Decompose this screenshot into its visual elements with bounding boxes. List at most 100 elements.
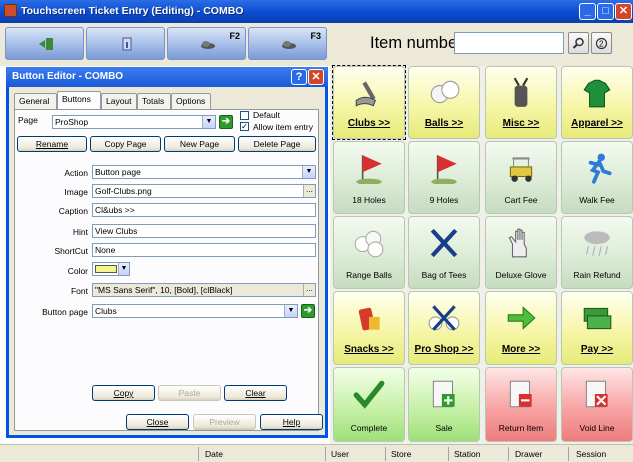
title-bar: Touchscreen Ticket Entry (Editing) - COM… bbox=[0, 0, 633, 23]
tile-misc[interactable]: Misc >> bbox=[485, 66, 557, 139]
snacks-icon bbox=[358, 307, 380, 331]
action-value: Button page bbox=[95, 167, 141, 177]
button-page-select[interactable]: Clubs ▼ bbox=[92, 304, 298, 318]
color-swatch bbox=[95, 265, 117, 273]
default-label: Default bbox=[253, 110, 280, 120]
tile-18-holes[interactable]: 18 Holes bbox=[333, 141, 405, 214]
search-button[interactable] bbox=[568, 32, 589, 54]
copy-button[interactable]: Copy bbox=[92, 385, 155, 401]
tile-9-holes[interactable]: 9 Holes bbox=[408, 141, 480, 214]
shoe-icon bbox=[201, 41, 215, 49]
app-icon bbox=[4, 4, 17, 17]
tab-buttons[interactable]: Buttons bbox=[57, 91, 101, 109]
copy-button-label: Copy bbox=[113, 388, 134, 398]
button-page-label: Button page bbox=[42, 307, 88, 317]
pro-shop-icon bbox=[428, 305, 460, 331]
tile-balls[interactable]: Balls >> bbox=[408, 66, 480, 139]
tile-pro-shop[interactable]: Pro Shop >> bbox=[408, 291, 480, 365]
clear-button-label: Clear bbox=[245, 388, 266, 398]
font-field[interactable]: "MS Sans Serif", 10, [Bold], [clBlack] .… bbox=[92, 283, 316, 297]
tile-label: 18 Holes bbox=[352, 195, 386, 205]
delete-page-button[interactable]: Delete Page bbox=[238, 136, 316, 152]
action-select[interactable]: Button page ▼ bbox=[92, 165, 316, 179]
image-field[interactable]: Golf-Clubs.png ... bbox=[92, 184, 316, 198]
tile-apparel[interactable]: Apparel >> bbox=[561, 66, 633, 139]
font-label: Font bbox=[70, 286, 88, 296]
tile-more[interactable]: More >> bbox=[485, 291, 557, 365]
tile-range-balls[interactable]: Range Balls bbox=[333, 216, 405, 289]
tile-label: Snacks >> bbox=[344, 344, 394, 355]
tile-bag-of-tees[interactable]: Bag of Tees bbox=[408, 216, 480, 289]
f2-button[interactable]: F2 bbox=[167, 27, 246, 60]
range-balls-icon bbox=[354, 230, 384, 258]
tile-sale[interactable]: Sale bbox=[408, 367, 480, 442]
tile-walk-fee[interactable]: Walk Fee bbox=[561, 141, 633, 214]
tile-snacks[interactable]: Snacks >> bbox=[333, 291, 405, 365]
svg-text:2: 2 bbox=[599, 40, 604, 49]
flag-18-icon bbox=[356, 155, 382, 184]
shortcut-label: ShortCut bbox=[54, 246, 88, 256]
receipt-plus-icon bbox=[432, 380, 455, 408]
clear-button[interactable]: Clear bbox=[224, 385, 287, 401]
color-picker[interactable]: ▼ bbox=[92, 262, 130, 276]
tab-general[interactable]: General bbox=[14, 93, 57, 109]
paste-button[interactable]: Paste bbox=[158, 385, 221, 401]
shoe-icon bbox=[282, 41, 296, 49]
chevron-down-icon: ▼ bbox=[284, 305, 297, 317]
tile-label: Void Line bbox=[579, 423, 615, 433]
info-icon bbox=[122, 37, 132, 51]
arrow-right-icon: ➔ bbox=[221, 116, 231, 127]
font-value: "MS Sans Serif", 10, [Bold], [clBlack] bbox=[95, 285, 233, 295]
page-select[interactable]: ProShop ▼ bbox=[52, 115, 216, 129]
tile-rain-refund[interactable]: Rain Refund bbox=[561, 216, 633, 289]
golf-bag-icon bbox=[513, 77, 529, 107]
item-number-input[interactable] bbox=[454, 32, 564, 54]
close-button[interactable]: Close bbox=[126, 414, 189, 430]
goto-button-page-button[interactable]: ➔ bbox=[301, 304, 315, 318]
dialog-close-icon[interactable]: ✕ bbox=[308, 69, 324, 85]
tab-totals[interactable]: Totals bbox=[137, 93, 171, 109]
copy-page-button[interactable]: Copy Page bbox=[90, 136, 161, 152]
f3-button[interactable]: F3 bbox=[248, 27, 327, 60]
clear-button[interactable]: 2 bbox=[591, 32, 612, 54]
exit-button[interactable] bbox=[5, 27, 84, 60]
help-button-label: Help bbox=[282, 417, 301, 427]
default-checkbox[interactable] bbox=[240, 111, 249, 120]
allow-item-entry-checkbox[interactable]: ✓ bbox=[240, 122, 249, 131]
f2-key-label: F2 bbox=[229, 31, 240, 41]
tile-complete[interactable]: Complete bbox=[333, 367, 405, 442]
rename-button[interactable]: Rename bbox=[17, 136, 87, 152]
window-title: Touchscreen Ticket Entry (Editing) - COM… bbox=[21, 5, 244, 17]
info-button[interactable] bbox=[86, 27, 165, 60]
chevron-down-icon: ▼ bbox=[118, 263, 129, 275]
help-button[interactable]: Help bbox=[260, 414, 323, 430]
status-store: Store bbox=[391, 449, 412, 459]
allow-item-entry-label: Allow item entry bbox=[253, 122, 313, 132]
tile-void-line[interactable]: Void Line bbox=[561, 367, 633, 442]
tile-label: Deluxe Glove bbox=[495, 270, 547, 280]
maximize-icon[interactable]: □ bbox=[597, 3, 614, 20]
tile-deluxe-glove[interactable]: Deluxe Glove bbox=[485, 216, 557, 289]
minimize-icon[interactable]: _ bbox=[579, 3, 596, 20]
clear-icon: 2 bbox=[595, 37, 608, 50]
tile-label: Walk Fee bbox=[579, 195, 615, 205]
image-value: Golf-Clubs.png bbox=[95, 186, 152, 196]
close-icon[interactable]: ✕ bbox=[615, 3, 632, 20]
tab-layout[interactable]: Layout bbox=[101, 93, 137, 109]
tab-options[interactable]: Options bbox=[171, 93, 211, 109]
goto-page-button[interactable]: ➔ bbox=[219, 115, 233, 129]
tile-return-item[interactable]: Return Item bbox=[485, 367, 557, 442]
caption-field[interactable]: Cl&ubs >> bbox=[92, 203, 316, 217]
tile-cart-fee[interactable]: Cart Fee bbox=[485, 141, 557, 214]
shortcut-field[interactable]: None bbox=[92, 243, 316, 257]
preview-button[interactable]: Preview bbox=[193, 414, 256, 430]
tile-pay[interactable]: Pay >> bbox=[561, 291, 633, 365]
browse-font-button[interactable]: ... bbox=[303, 284, 315, 296]
receipt-minus-icon bbox=[509, 380, 532, 408]
new-page-button[interactable]: New Page bbox=[164, 136, 235, 152]
tile-label: Cart Fee bbox=[504, 195, 538, 205]
golf-balls-icon bbox=[430, 80, 460, 104]
hint-field[interactable]: View Clubs bbox=[92, 224, 316, 238]
browse-image-button[interactable]: ... bbox=[303, 185, 315, 197]
help-icon[interactable]: ? bbox=[291, 69, 307, 85]
